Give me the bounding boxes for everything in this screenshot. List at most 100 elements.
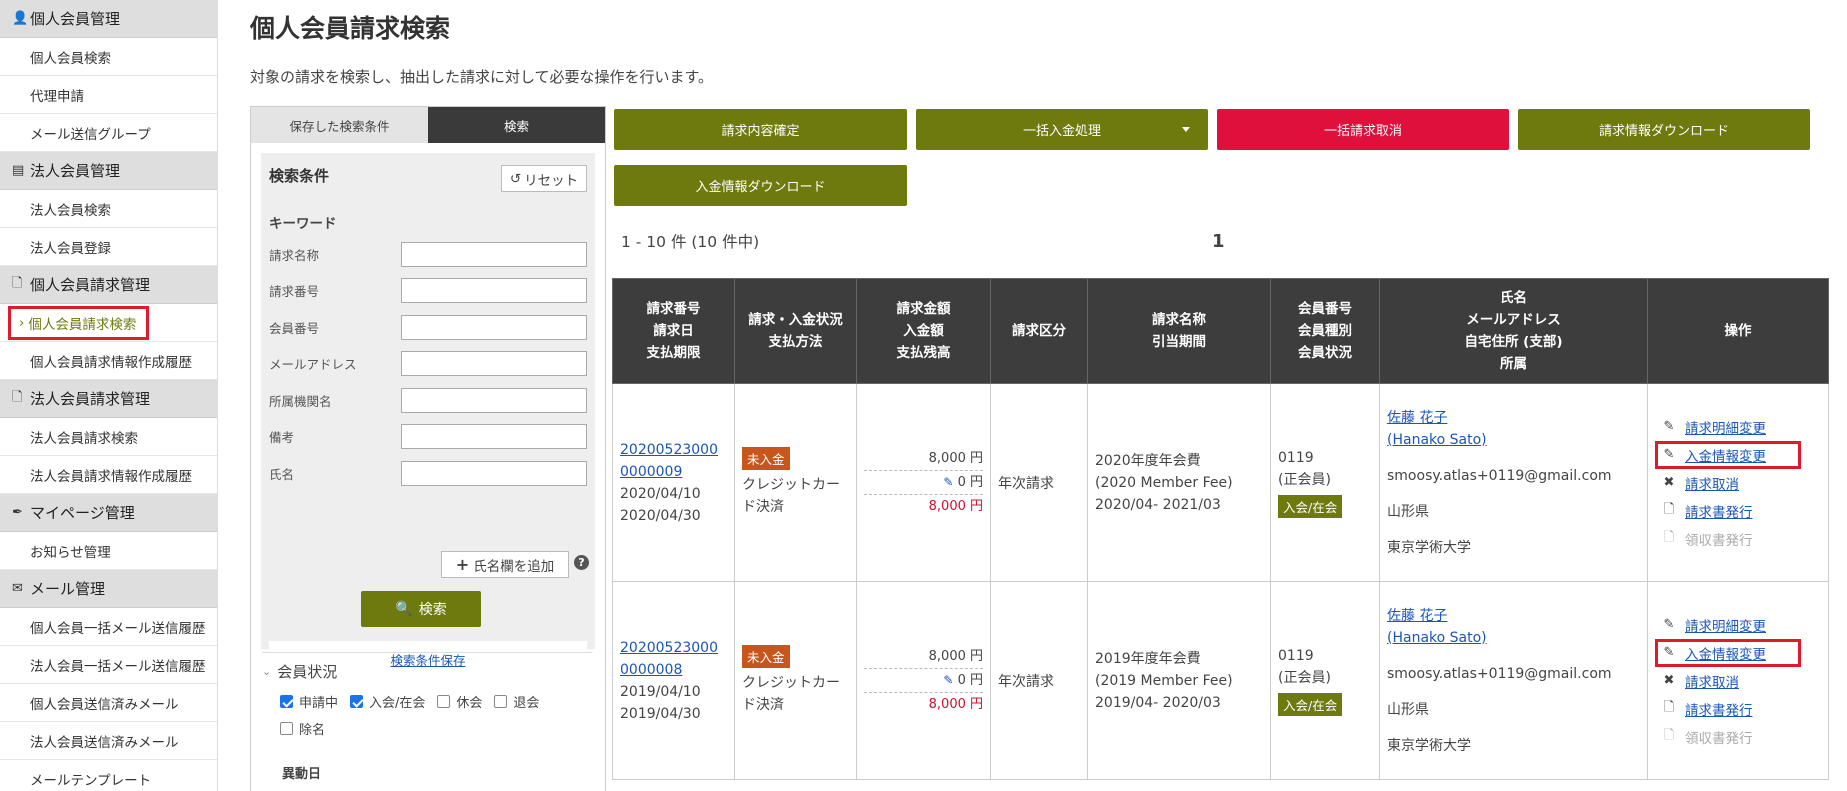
sidebar-item-label: 法人会員請求検索: [30, 430, 138, 447]
field-member-number: 会員番号: [269, 309, 587, 346]
download-billing-button[interactable]: 請求情報ダウンロード: [1518, 109, 1810, 150]
sidebar-item-corporate-billing-search[interactable]: 法人会員請求検索: [0, 418, 217, 456]
name-input[interactable]: [401, 460, 587, 486]
field-label: 会員番号: [269, 320, 320, 336]
sidebar-item-personal-sent-mail[interactable]: 個人会員送信済みメール: [0, 684, 217, 722]
header-billing-name[interactable]: 請求名称 引当期間: [1087, 278, 1271, 384]
pagination-current-page[interactable]: 1: [1212, 231, 1225, 252]
status-option-applying[interactable]: 申請中: [280, 692, 338, 711]
field-organization: 所属機関名: [269, 382, 587, 419]
status-option-expelled[interactable]: 除名: [280, 719, 325, 738]
organization-input[interactable]: [401, 387, 587, 413]
header-person[interactable]: 氏名 メールアドレス 自宅住所 (支部) 所属: [1379, 278, 1648, 384]
sidebar-section-personal-member[interactable]: 👤 個人会員管理: [0, 0, 217, 38]
checkbox-expelled[interactable]: [280, 722, 293, 735]
cell-category: 年次請求: [990, 383, 1088, 582]
invoice-number-link[interactable]: 20200523000 0000009: [620, 439, 727, 483]
sidebar-item-label: 法人会員請求情報作成履歴: [30, 468, 192, 485]
sidebar-section-corporate-member[interactable]: ▤ 法人会員管理: [0, 152, 217, 190]
confirm-billing-button[interactable]: 請求内容確定: [614, 109, 907, 150]
sidebar-item-corporate-member-register[interactable]: 法人会員登録: [0, 228, 217, 266]
member-status-badge: 入会/在会: [1278, 495, 1343, 518]
checkbox-active[interactable]: [350, 695, 364, 708]
member-number-input[interactable]: [401, 314, 587, 340]
header-line: 請求金額: [896, 301, 951, 317]
status-option-suspended[interactable]: 休会: [437, 692, 482, 711]
sidebar-item-notice[interactable]: お知らせ管理: [0, 532, 217, 570]
sidebar-section-corporate-billing[interactable]: 🗋 法人会員請求管理: [0, 380, 217, 418]
sidebar-item-corporate-member-search[interactable]: 法人会員検索: [0, 190, 217, 228]
sidebar-item-personal-billing-search[interactable]: › 個人会員請求検索: [0, 304, 217, 342]
cell-category: 年次請求: [990, 581, 1088, 780]
undo-icon: ↺: [509, 170, 522, 187]
header-member[interactable]: 会員番号 会員種別 会員状況: [1270, 278, 1380, 384]
sidebar-item-proxy-application[interactable]: 代理申請: [0, 76, 217, 114]
pencil-icon[interactable]: ✎: [943, 475, 953, 489]
sidebar-section-personal-billing[interactable]: 🗋 個人会員請求管理: [0, 266, 217, 304]
billing-name-en: (2019 Member Fee): [1095, 672, 1233, 689]
cancel-billing-link[interactable]: ✖ 請求取消: [1661, 667, 1821, 695]
status-option-withdrawn[interactable]: 退会: [494, 692, 539, 711]
checkbox-label: 入会/在会: [369, 696, 426, 711]
header-invoice[interactable]: 請求番号 請求日 支払期限: [612, 278, 735, 384]
edit-billing-detail-link[interactable]: ✎ 請求明細変更: [1661, 413, 1821, 441]
op-label: 入金情報変更: [1685, 646, 1766, 663]
help-icon[interactable]: ?: [574, 555, 589, 570]
sidebar-item-label: 個人会員送信済みメール: [30, 696, 179, 713]
billing-number-input[interactable]: [401, 278, 587, 304]
sidebar-item-corporate-sent-mail[interactable]: 法人会員送信済みメール: [0, 722, 217, 760]
sidebar-item-mail-template[interactable]: メールテンプレート: [0, 760, 217, 791]
issue-receipt-link: 🗋 領収書発行: [1661, 525, 1821, 553]
sidebar-section-mail[interactable]: ✉ メール管理: [0, 570, 217, 608]
sidebar-item-personal-billing-history[interactable]: 個人会員請求情報作成履歴: [0, 342, 217, 380]
edit-payment-info-link[interactable]: ✎ 入金情報変更: [1655, 638, 1801, 667]
person-name-link[interactable]: 佐藤 花子 (Hanako Sato): [1387, 605, 1640, 649]
pencil-icon: ✎: [1663, 419, 1675, 434]
page-title: 個人会員請求検索: [250, 14, 451, 43]
member-status-toggle[interactable]: ⌄ 会員状況: [262, 661, 592, 682]
document-icon: 🗋: [1663, 727, 1675, 743]
member-number: 0119: [1278, 450, 1314, 466]
tab-saved-conditions[interactable]: 保存した検索条件: [251, 107, 428, 143]
sidebar-item-corporate-billing-history[interactable]: 法人会員請求情報作成履歴: [0, 456, 217, 494]
pencil-icon[interactable]: ✎: [943, 673, 953, 687]
add-name-field-button[interactable]: + 氏名欄を追加: [441, 551, 569, 578]
sidebar-item-personal-bulk-mail[interactable]: 個人会員一括メール送信履歴: [0, 608, 217, 646]
sidebar-section-mypage[interactable]: ✒ マイページ管理: [0, 494, 217, 532]
reset-button[interactable]: ↺ リセット: [501, 165, 587, 192]
caret-down-icon: [1182, 127, 1190, 132]
issue-invoice-link[interactable]: 🗋 請求書発行: [1661, 695, 1821, 723]
sidebar-item-personal-member-search[interactable]: 個人会員検索: [0, 38, 217, 76]
edit-billing-detail-link[interactable]: ✎ 請求明細変更: [1661, 611, 1821, 639]
tab-search[interactable]: 検索: [428, 107, 605, 143]
sidebar-item-corporate-bulk-mail[interactable]: 法人会員一括メール送信履歴: [0, 646, 217, 684]
edit-payment-info-link[interactable]: ✎ 入金情報変更: [1655, 440, 1801, 469]
cell-operations: ✎ 請求明細変更 ✎ 入金情報変更 ✖ 請求取消 🗋 請求書発行 🗋 領収書発行: [1647, 581, 1829, 780]
status-option-active[interactable]: 入会/在会: [350, 692, 425, 711]
header-line: 請求日: [653, 323, 694, 339]
email: smoosy.atlas+0119@gmail.com: [1387, 467, 1612, 484]
header-amount[interactable]: 請求金額 入金額 支払残高: [856, 278, 991, 384]
checkbox-withdrawn[interactable]: [494, 695, 508, 708]
header-status[interactable]: 請求・入金状況 支払方法: [734, 278, 857, 384]
billing-name-input[interactable]: [401, 241, 587, 267]
member-status-options: 申請中 入会/在会 休会 退会: [280, 692, 592, 711]
remarks-input[interactable]: [401, 424, 587, 450]
header-line: 請求・入金状況: [748, 312, 843, 328]
billing-name: 2019年度年会費: [1095, 650, 1201, 667]
bulk-cancel-button[interactable]: 一括請求取消: [1217, 109, 1509, 150]
person-name-link[interactable]: 佐藤 花子 (Hanako Sato): [1387, 407, 1640, 451]
unpaid-badge: 未入金: [742, 645, 790, 668]
member-status-title: 会員状況: [277, 663, 338, 681]
checkbox-suspended[interactable]: [437, 695, 451, 708]
issue-invoice-link[interactable]: 🗋 請求書発行: [1661, 497, 1821, 525]
bulk-payment-button[interactable]: 一括入金処理: [916, 109, 1208, 150]
checkbox-applying[interactable]: [280, 695, 293, 708]
cancel-billing-link[interactable]: ✖ 請求取消: [1661, 469, 1821, 497]
invoice-number-link[interactable]: 20200523000 0000008: [620, 637, 727, 681]
download-payment-button[interactable]: 入金情報ダウンロード: [614, 165, 907, 206]
search-button[interactable]: 🔍 検索: [361, 591, 481, 627]
sidebar-item-mail-group[interactable]: メール送信グループ: [0, 114, 217, 152]
header-category[interactable]: 請求区分: [990, 278, 1088, 384]
email-input[interactable]: [401, 351, 587, 377]
